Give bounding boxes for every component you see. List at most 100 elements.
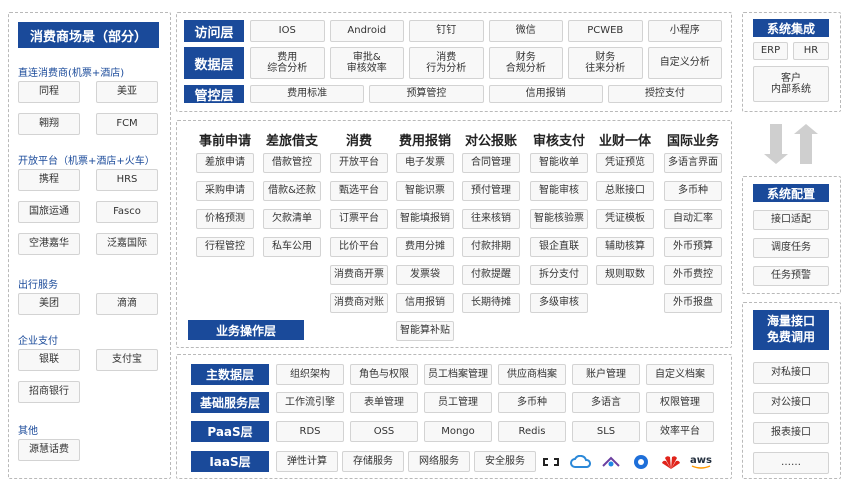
api-title: 海量接口 免费调用 — [753, 310, 829, 350]
bottom-item: 账户管理 — [572, 364, 640, 385]
business-item: 总账接口 — [596, 181, 654, 201]
bottom-item: 组织架构 — [276, 364, 344, 385]
business-item: 智能审核 — [530, 181, 588, 201]
business-item: 采购申请 — [196, 181, 254, 201]
bottom-item: 安全服务 — [474, 451, 536, 472]
business-item: 凭证模板 — [596, 209, 654, 229]
business-column-title: 费用报销 — [398, 134, 451, 149]
business-item: 订票平台 — [330, 209, 388, 229]
business-column-title: 审核支付 — [532, 134, 585, 149]
top-item: 审批& 审核效率 — [329, 47, 404, 79]
business-column-title: 事前申请 — [198, 134, 251, 149]
bottom-item: 权限管理 — [646, 392, 714, 413]
left-section-label: 其他 — [18, 426, 38, 437]
business-item: 消费商对账 — [330, 293, 388, 313]
business-item: 付款提醒 — [462, 265, 520, 285]
top-row-label: 访问层 — [184, 20, 244, 42]
business-item: 消费商开票 — [330, 265, 388, 285]
left-item: 美亚 — [96, 81, 158, 103]
business-item: 智能算补贴 — [396, 321, 454, 341]
business-item: 智能收单 — [530, 153, 588, 173]
top-item: 钉钉 — [409, 20, 484, 42]
left-item: 招商银行 — [18, 381, 80, 403]
config-title: 系统配置 — [753, 184, 829, 202]
business-item: 借款&还款 — [263, 181, 321, 201]
bottom-item: SLS — [572, 421, 640, 442]
business-item: 付款排期 — [462, 237, 520, 257]
config-item: 接口适配 — [753, 210, 829, 230]
bottom-row-label: 主数据层 — [191, 364, 269, 385]
bottom-item: Mongo — [424, 421, 492, 442]
left-item: 空港嘉华 — [18, 233, 80, 255]
bottom-item: 网络服务 — [408, 451, 470, 472]
top-item: 财务 往来分析 — [568, 47, 643, 79]
business-item: 多级审核 — [530, 293, 588, 313]
business-item: 借款管控 — [263, 153, 321, 173]
top-item: 微信 — [488, 20, 563, 42]
left-item: 携程 — [18, 169, 80, 191]
business-item: 凭证预览 — [596, 153, 654, 173]
bottom-item: 多语言 — [572, 392, 640, 413]
business-column-title: 业财一体 — [598, 134, 651, 149]
left-section-label: 开放平台（机票+酒店+火车） — [18, 156, 155, 167]
business-column-title: 对公报账 — [464, 134, 517, 149]
business-column-title: 差旅借支 — [265, 134, 318, 149]
top-item: 消费 行为分析 — [409, 47, 484, 79]
business-item: 甄选平台 — [330, 181, 388, 201]
bottom-item: Redis — [498, 421, 566, 442]
left-section-label: 直连消费商(机票+酒店) — [18, 68, 125, 79]
left-section-label: 出行服务 — [18, 280, 58, 291]
business-layer-label: 业务操作层 — [188, 320, 304, 340]
bottom-item: 自定义档案 — [646, 364, 714, 385]
business-item: 多语言界面 — [664, 153, 722, 173]
business-item: 费用分摊 — [396, 237, 454, 257]
integration-item-internal: 客户 内部系统 — [753, 66, 829, 102]
business-item: 合同管理 — [462, 153, 520, 173]
business-item: 往来核销 — [462, 209, 520, 229]
left-item: 同程 — [18, 81, 80, 103]
left-item: HRS — [96, 169, 158, 191]
top-item: 信用报销 — [488, 85, 603, 103]
api-item: 对私接口 — [753, 362, 829, 384]
mongo-style-logo-icon — [598, 451, 624, 472]
tencent-cloud-logo-icon — [628, 451, 654, 472]
integration-item-hr: HR — [793, 42, 829, 60]
left-section-label: 企业支付 — [18, 336, 58, 347]
business-item: 银企直联 — [530, 237, 588, 257]
bottom-row-label: 基础服务层 — [191, 392, 269, 413]
left-item: FCM — [96, 113, 158, 135]
left-item: 国旅运通 — [18, 201, 80, 223]
business-item: 欠款清单 — [263, 209, 321, 229]
bottom-item: 多币种 — [498, 392, 566, 413]
business-column-title: 消费 — [345, 134, 372, 149]
business-item: 私车公用 — [263, 237, 321, 257]
business-item: 多币种 — [664, 181, 722, 201]
top-item: 预算管控 — [369, 85, 484, 103]
business-item: 规则取数 — [596, 265, 654, 285]
business-item: 预付管理 — [462, 181, 520, 201]
top-item: 费用标准 — [250, 85, 365, 103]
bottom-item: 员工管理 — [424, 392, 492, 413]
bottom-item: 弹性计算 — [276, 451, 338, 472]
left-item: 翱翔 — [18, 113, 80, 135]
left-item: 滴滴 — [96, 293, 158, 315]
integration-item-erp: ERP — [753, 42, 788, 60]
api-item: 对公接口 — [753, 392, 829, 414]
business-item: 开放平台 — [330, 153, 388, 173]
business-item: 智能填报销 — [396, 209, 454, 229]
bottom-item: OSS — [350, 421, 418, 442]
sync-arrows-icon — [764, 124, 818, 164]
business-item: 拆分支付 — [530, 265, 588, 285]
top-row-label: 数据层 — [184, 47, 244, 79]
bottom-item: 工作流引擎 — [276, 392, 344, 413]
top-row-label: 管控层 — [184, 85, 244, 104]
left-item: Fasco — [96, 201, 158, 223]
top-item: 自定义分析 — [647, 47, 722, 79]
business-item: 外币费控 — [664, 265, 722, 285]
integration-title: 系统集成 — [753, 19, 829, 37]
huawei-logo-icon — [658, 451, 684, 472]
api-item: …… — [753, 452, 829, 474]
business-item: 长期待摊 — [462, 293, 520, 313]
cloud-logo-icon — [568, 451, 594, 472]
top-item: 财务 合规分析 — [488, 47, 563, 79]
